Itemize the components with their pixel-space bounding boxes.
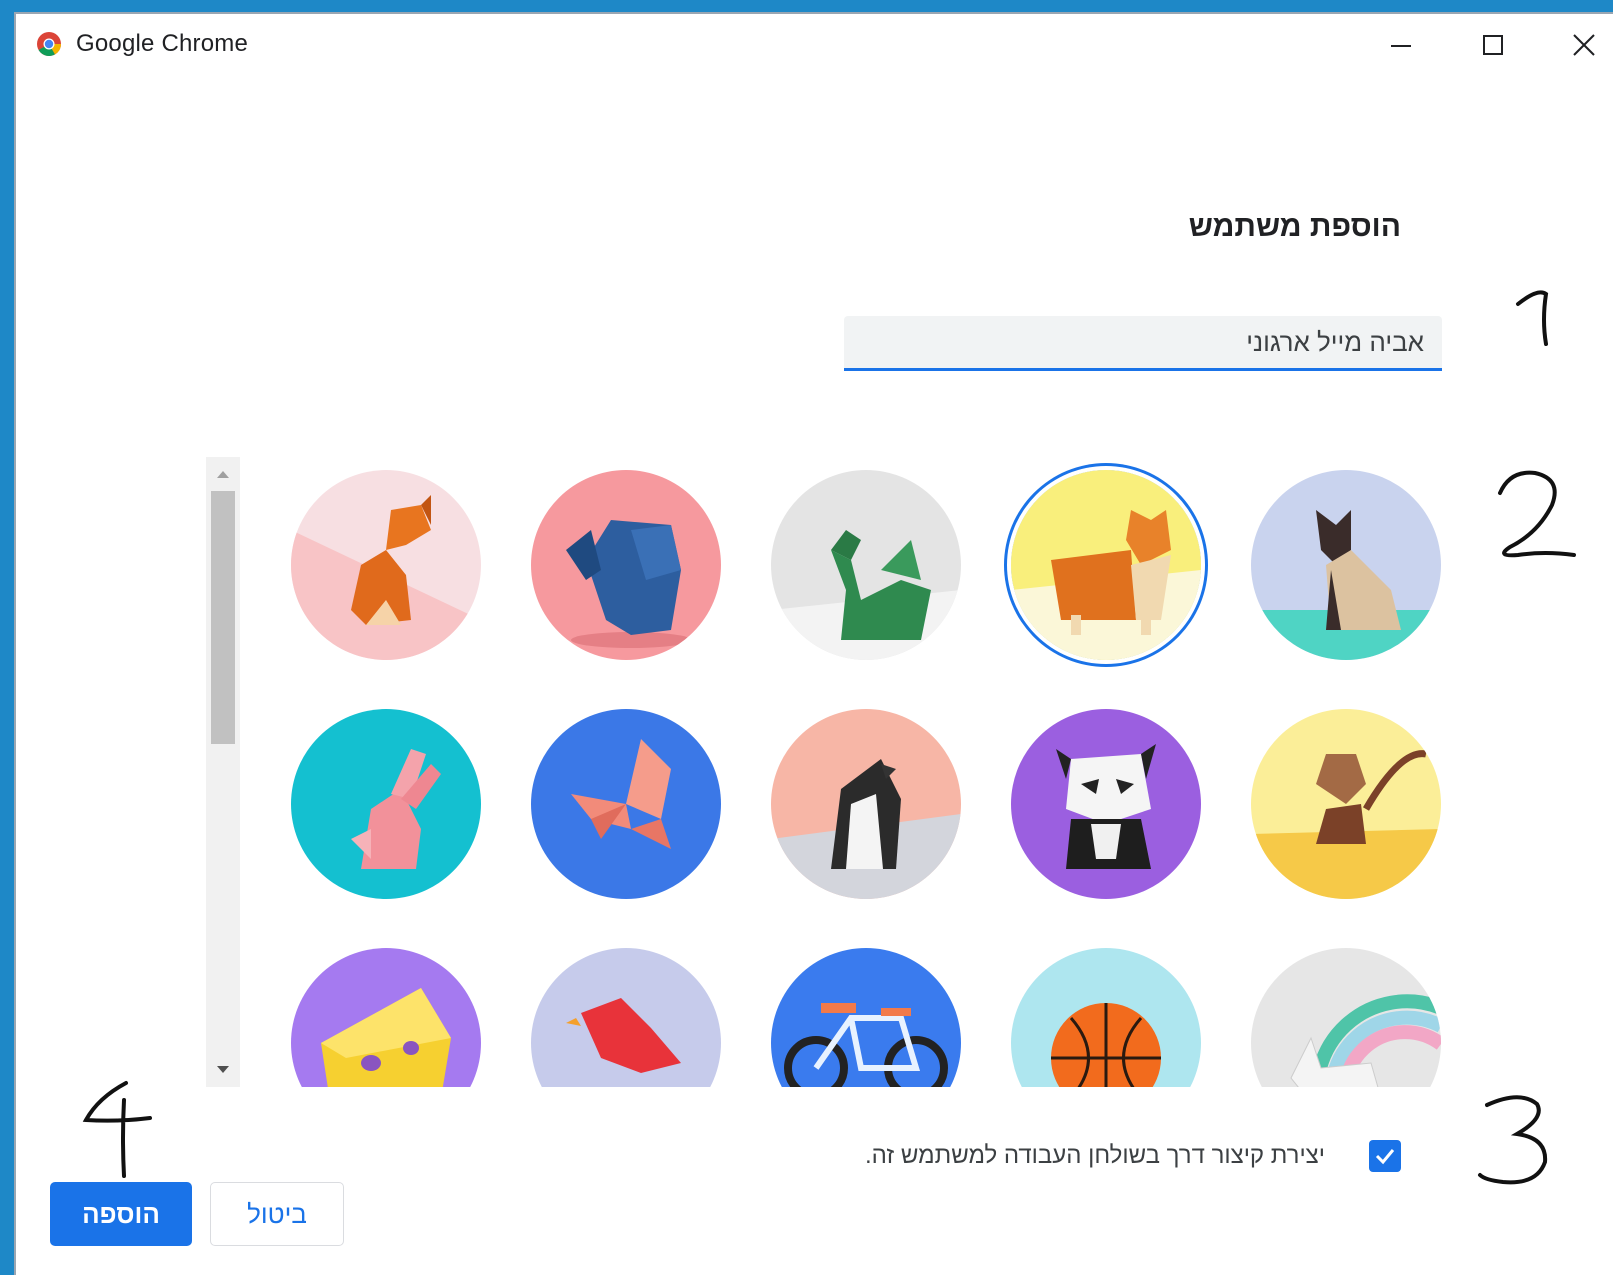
shortcut-checkbox[interactable] (1369, 1140, 1401, 1172)
monkey-icon (1251, 709, 1441, 899)
minimize-icon (1391, 45, 1411, 47)
bird-icon (531, 948, 721, 1087)
avatar-dragon[interactable] (771, 470, 961, 660)
chrome-window: Google Chrome הוספת משתמש אביה מייל ארגו… (14, 12, 1613, 1275)
title-bar: Google Chrome (16, 14, 1613, 76)
scroll-up-button[interactable] (206, 457, 240, 491)
chrome-logo-icon (37, 32, 61, 57)
maximize-button[interactable] (1453, 20, 1533, 70)
avatar-fox[interactable] (291, 470, 481, 660)
penguin-icon (771, 709, 961, 899)
checkmark-icon (1375, 1149, 1395, 1165)
close-button[interactable] (1544, 20, 1613, 70)
annotation-number-3 (1478, 1095, 1548, 1185)
avatar-panda[interactable] (1011, 709, 1201, 899)
maximize-icon (1483, 35, 1503, 55)
corgi-icon (1011, 470, 1201, 660)
name-field[interactable] (844, 316, 1442, 371)
arrow-up-icon (217, 471, 229, 478)
panda-icon (1011, 709, 1201, 899)
dragon-icon (771, 470, 961, 660)
bicycle-icon (771, 948, 961, 1087)
cheese-icon (291, 948, 481, 1087)
avatar-rabbit[interactable] (291, 709, 481, 899)
close-icon (1573, 34, 1595, 56)
avatar-bird[interactable] (531, 948, 721, 1087)
avatar-basketball[interactable] (1011, 948, 1201, 1087)
avatar-corgi[interactable] (1011, 470, 1201, 660)
elephant-icon (531, 470, 721, 660)
fox-icon (291, 470, 481, 660)
scroll-down-button[interactable] (206, 1053, 240, 1087)
avatar-monkey[interactable] (1251, 709, 1441, 899)
avatar-bicycle[interactable] (771, 948, 961, 1087)
annotation-number-4 (82, 1081, 152, 1178)
window-title: Google Chrome (76, 30, 249, 57)
avatar-unicorn[interactable] (1251, 948, 1441, 1087)
avatar-elephant[interactable] (531, 470, 721, 660)
scroll-thumb[interactable] (211, 491, 235, 744)
page-title: הוספת משתמש (1188, 210, 1401, 243)
avatar-butterfly[interactable] (531, 709, 721, 899)
avatar-cheese[interactable] (291, 948, 481, 1087)
annotation-number-2 (1498, 470, 1576, 558)
butterfly-icon (531, 709, 721, 899)
unicorn-icon (1251, 948, 1441, 1087)
rabbit-icon (291, 709, 481, 899)
shortcut-label: יצירת קיצור דרך בשולחן העבודה למשתמש זה. (865, 1142, 1325, 1169)
arrow-down-icon (217, 1066, 229, 1073)
avatar-grid (206, 457, 1466, 1087)
add-button[interactable]: הוספה (50, 1182, 192, 1246)
basketball-icon (1011, 948, 1201, 1087)
minimize-button[interactable] (1361, 20, 1441, 70)
annotation-number-1 (1516, 290, 1549, 346)
name-input[interactable] (844, 316, 1442, 368)
cat-icon (1251, 470, 1441, 660)
avatar-penguin[interactable] (771, 709, 961, 899)
avatar-cat[interactable] (1251, 470, 1441, 660)
shortcut-option[interactable]: יצירת קיצור דרך בשולחן העבודה למשתמש זה. (865, 1139, 1401, 1173)
scrollbar[interactable] (206, 457, 240, 1087)
cancel-button[interactable]: ביטול (210, 1182, 344, 1246)
